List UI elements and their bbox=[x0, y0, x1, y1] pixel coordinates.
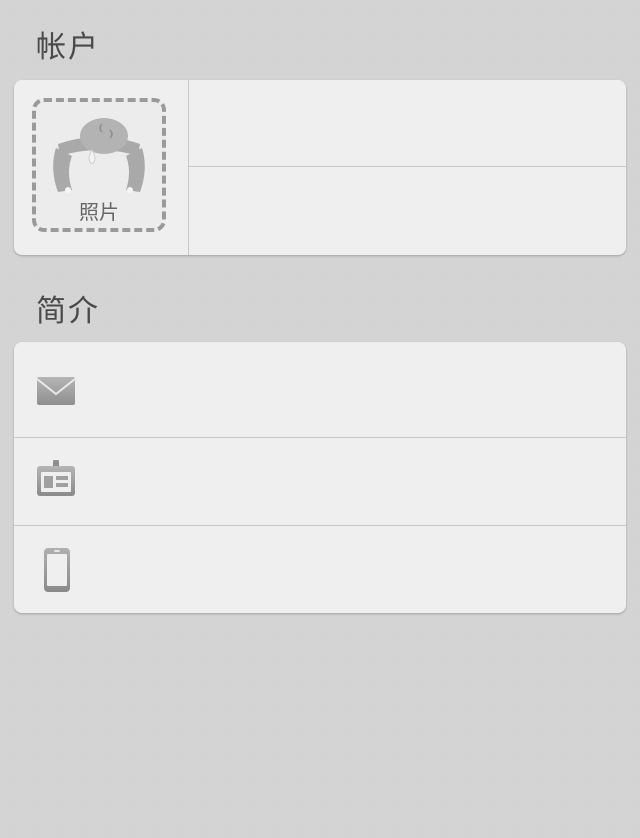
account-card: 照片 bbox=[14, 80, 626, 255]
first-name-field[interactable] bbox=[189, 80, 626, 167]
id-card-row[interactable] bbox=[14, 438, 626, 526]
photo-placeholder[interactable]: 照片 bbox=[32, 98, 166, 232]
photo-label: 照片 bbox=[79, 200, 119, 224]
envelope-icon bbox=[36, 377, 76, 405]
photo-cell[interactable]: 照片 bbox=[14, 80, 189, 255]
last-name-field[interactable] bbox=[189, 167, 626, 255]
id-card-icon bbox=[37, 460, 75, 496]
profile-card bbox=[14, 342, 626, 613]
mobile-phone-icon bbox=[44, 548, 70, 592]
account-section-title: 帐户 bbox=[36, 30, 100, 65]
email-row[interactable] bbox=[14, 342, 626, 438]
profile-section-title: 简介 bbox=[36, 294, 100, 329]
phone-row[interactable] bbox=[14, 526, 626, 613]
